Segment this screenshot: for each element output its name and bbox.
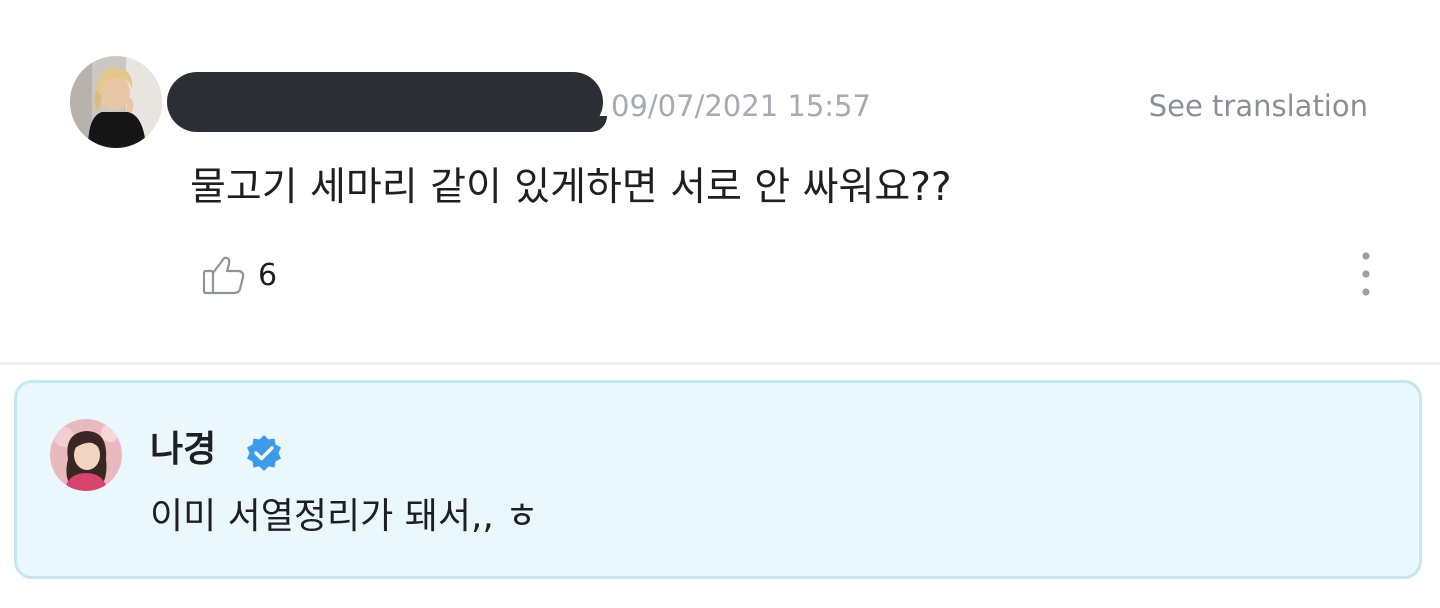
fan-comment: 09/07/2021 15:57 See translation 물고기 세마리… [0, 0, 1440, 362]
comment-timestamp: 09/07/2021 15:57 [611, 89, 871, 123]
user-avatar[interactable] [70, 56, 162, 148]
artist-reply-text: 이미 서열정리가 돼서,, ㅎ [150, 496, 539, 537]
more-options-button[interactable] [1350, 248, 1382, 302]
like-button[interactable]: 6 [200, 250, 277, 300]
verified-badge-icon [243, 433, 285, 475]
artist-name: 나경 [150, 429, 217, 470]
artist-avatar[interactable] [50, 419, 122, 491]
comment-text: 물고기 세마리 같이 있게하면 서로 안 싸워요?? [190, 165, 952, 210]
more-vertical-icon [1362, 252, 1370, 296]
like-count: 6 [258, 257, 278, 293]
artist-reply: 나경 이미 서열정리가 돼서,, ㅎ [14, 380, 1422, 579]
thumbs-up-icon [200, 251, 248, 299]
see-translation-link[interactable]: See translation [1149, 86, 1368, 126]
redacted-username [167, 72, 607, 132]
section-divider [0, 362, 1440, 365]
